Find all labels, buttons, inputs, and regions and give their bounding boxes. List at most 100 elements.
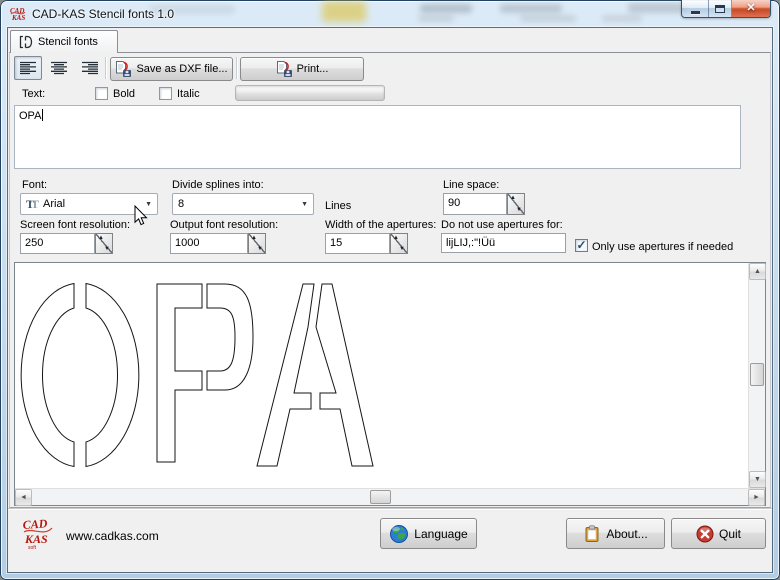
quit-icon xyxy=(696,525,714,543)
spin-down-icon[interactable]: ▼ xyxy=(104,246,110,252)
text-input[interactable]: OPA xyxy=(14,105,741,169)
output-res-field[interactable]: 1000 xyxy=(170,233,248,254)
app-logo-icon: CAD KAS xyxy=(10,6,26,22)
stencil-icon xyxy=(17,34,33,50)
minimize-icon xyxy=(691,11,700,14)
quit-label: Quit xyxy=(719,527,741,541)
spin-up-icon[interactable]: ▲ xyxy=(98,235,104,241)
glass-reflection xyxy=(628,3,686,13)
no-aperture-field[interactable]: lijLIJ,:"!Üü xyxy=(441,233,566,253)
text-label: Text: xyxy=(22,88,45,100)
scroll-left-button[interactable]: ◄ xyxy=(15,489,32,506)
clipboard-icon xyxy=(583,525,601,543)
italic-label[interactable]: Italic xyxy=(177,88,200,100)
screen-res-label: Screen font resolution: xyxy=(20,219,130,231)
scroll-up-button[interactable]: ▲ xyxy=(749,263,766,280)
screen-res-spinner[interactable]: ▲ ▼ xyxy=(95,233,113,254)
close-icon: ✕ xyxy=(746,3,755,14)
scroll-down-button[interactable]: ▼ xyxy=(749,471,766,488)
line-space-field[interactable]: 90 xyxy=(443,193,507,215)
aperture-width-value: 15 xyxy=(330,237,342,249)
text-input-value: OPA xyxy=(19,110,41,122)
maximize-button[interactable] xyxy=(709,0,732,17)
toolbar-separator xyxy=(236,57,238,79)
minimize-button[interactable] xyxy=(682,0,709,17)
about-button[interactable]: About... xyxy=(566,518,665,549)
italic-checkbox[interactable] xyxy=(159,87,172,100)
toolbar-separator xyxy=(105,57,107,79)
scroll-up-icon: ▲ xyxy=(754,268,761,275)
vertical-scroll-thumb[interactable] xyxy=(750,363,764,386)
scroll-right-button[interactable]: ► xyxy=(748,489,765,506)
divide-splines-combobox[interactable]: 8 ▼ xyxy=(172,193,314,215)
tab-stencil-fonts[interactable]: Stencil fonts xyxy=(10,30,118,53)
titlebar[interactable]: CAD KAS CAD-KAS Stencil fonts 1.0 ✕ xyxy=(0,0,780,28)
language-label: Language xyxy=(414,527,467,541)
stencil-letter-p xyxy=(157,284,202,462)
spin-down-icon[interactable]: ▼ xyxy=(516,207,522,213)
no-aperture-label: Do not use apertures for: xyxy=(441,219,563,231)
horizontal-scrollbar[interactable]: ◄ ► xyxy=(15,488,765,505)
chevron-down-icon[interactable]: ▼ xyxy=(145,201,152,208)
website-link[interactable]: www.cadkas.com xyxy=(66,529,159,543)
spin-up-icon[interactable]: ▲ xyxy=(510,195,516,201)
aperture-width-spinner[interactable]: ▲ ▼ xyxy=(390,233,408,254)
spin-down-icon[interactable]: ▼ xyxy=(399,246,405,252)
cadkas-logo: CAD KAS soft xyxy=(22,515,54,551)
horizontal-scroll-thumb[interactable] xyxy=(370,490,391,504)
output-res-value: 1000 xyxy=(175,237,199,249)
tab-label: Stencil fonts xyxy=(38,36,98,48)
about-label: About... xyxy=(606,527,647,541)
footer-panel: CAD KAS soft www.cadkas.com Language Abo… xyxy=(8,509,772,572)
svg-text:KAS: KAS xyxy=(24,532,48,546)
font-combobox[interactable]: TT Arial ▼ xyxy=(20,193,158,215)
screen-res-field[interactable]: 250 xyxy=(20,233,95,254)
bold-label[interactable]: Bold xyxy=(113,88,135,100)
only-apertures-checkbox[interactable]: ✓ xyxy=(575,239,588,252)
scroll-down-icon: ▼ xyxy=(754,476,761,483)
aperture-width-label: Width of the apertures: xyxy=(325,219,436,231)
progress-bar xyxy=(235,85,385,101)
chevron-down-icon[interactable]: ▼ xyxy=(301,201,308,208)
glass-reflection xyxy=(500,4,562,13)
output-res-spinner[interactable]: ▲ ▼ xyxy=(248,233,266,254)
spin-up-icon[interactable]: ▲ xyxy=(393,235,399,241)
vertical-scrollbar[interactable]: ▲ ▼ xyxy=(748,263,765,488)
font-label: Font: xyxy=(22,179,47,191)
print-button[interactable]: Print... xyxy=(240,57,364,81)
stencil-letter-o xyxy=(86,284,139,467)
only-apertures-label[interactable]: Only use apertures if needed xyxy=(592,241,733,253)
scroll-left-icon: ◄ xyxy=(20,494,27,501)
close-button[interactable]: ✕ xyxy=(732,0,770,17)
line-space-label: Line space: xyxy=(443,179,499,191)
line-space-value: 90 xyxy=(448,197,460,209)
glass-reflection xyxy=(520,15,576,22)
stencil-letter-a xyxy=(316,284,373,466)
app-window: CAD KAS CAD-KAS Stencil fonts 1.0 ✕ Sten… xyxy=(0,0,780,580)
lines-label: Lines xyxy=(325,200,351,212)
spin-down-icon[interactable]: ▼ xyxy=(257,246,263,252)
glass-reflection xyxy=(322,1,366,22)
align-left-button[interactable] xyxy=(14,56,42,80)
scroll-right-icon: ► xyxy=(753,494,760,501)
divide-splines-label: Divide splines into: xyxy=(172,179,264,191)
screen-res-value: 250 xyxy=(25,237,43,249)
quit-button[interactable]: Quit xyxy=(671,518,766,549)
save-dxf-button[interactable]: Save as DXF file... xyxy=(110,57,233,81)
maximize-icon xyxy=(715,5,725,13)
globe-icon xyxy=(389,524,409,544)
aperture-width-field[interactable]: 15 xyxy=(325,233,390,254)
text-caret xyxy=(42,109,43,121)
stencil-letters-opa xyxy=(15,263,748,488)
print-label: Print... xyxy=(297,63,329,75)
align-right-icon xyxy=(81,61,99,76)
align-center-button[interactable] xyxy=(45,56,73,80)
spin-up-icon[interactable]: ▲ xyxy=(251,235,257,241)
glass-reflection xyxy=(420,4,472,13)
line-space-spinner[interactable]: ▲ ▼ xyxy=(507,193,525,215)
bold-checkbox[interactable] xyxy=(95,87,108,100)
language-button[interactable]: Language xyxy=(380,518,477,549)
align-right-button[interactable] xyxy=(76,56,104,80)
stencil-letter-p xyxy=(207,284,253,390)
window-controls: ✕ xyxy=(681,0,771,18)
